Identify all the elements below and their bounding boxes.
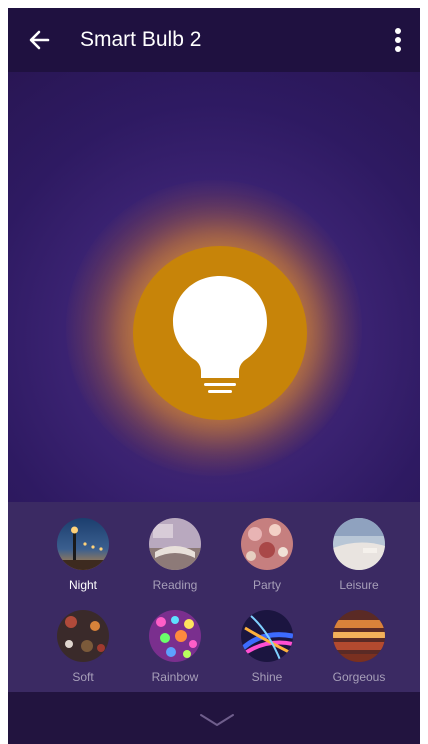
back-arrow-icon[interactable]: [26, 26, 54, 54]
mode-night[interactable]: Night: [38, 518, 128, 598]
lightbulb-icon: [173, 276, 267, 393]
mode-label: Night: [68, 578, 97, 592]
top-bar: Smart Bulb 2: [8, 8, 420, 72]
mode-party[interactable]: Party: [222, 518, 312, 598]
mode-label: Leisure: [339, 578, 379, 592]
mode-label: Gorgeous: [332, 670, 386, 684]
mode-gorgeous[interactable]: Gorgeous: [314, 610, 404, 690]
party-thumbnail: [241, 518, 293, 570]
mode-label: Rainbow: [151, 670, 199, 684]
shine-thumbnail: [241, 610, 293, 662]
mode-shine[interactable]: Shine: [222, 610, 312, 690]
soft-thumbnail: [57, 610, 109, 662]
page-title: Smart Bulb 2: [80, 28, 202, 51]
mode-leisure[interactable]: Leisure: [314, 518, 404, 598]
mode-label: Party: [252, 578, 281, 592]
mode-reading[interactable]: Reading: [130, 518, 220, 598]
leisure-thumbnail: [333, 518, 385, 570]
mode-label: Shine: [251, 670, 283, 684]
mode-rainbow[interactable]: Rainbow: [130, 610, 220, 690]
screen: Smart Bulb 2 Night Reading Party Leisure…: [8, 8, 420, 744]
mode-label: Reading: [152, 578, 198, 592]
scene-modes-panel: Night Reading Party Leisure Soft Rainbow…: [8, 502, 420, 692]
more-vertical-icon[interactable]: [386, 24, 410, 56]
bulb-stage: [8, 72, 420, 502]
mode-label: Soft: [72, 670, 94, 684]
bulb-power-button[interactable]: [133, 246, 307, 420]
gorgeous-thumbnail: [333, 610, 385, 662]
rainbow-thumbnail: [149, 610, 201, 662]
chevron-down-icon[interactable]: [199, 712, 235, 728]
reading-thumbnail: [149, 518, 201, 570]
night-thumbnail: [57, 518, 109, 570]
mode-soft[interactable]: Soft: [38, 610, 128, 690]
bottom-bar: [8, 692, 420, 744]
